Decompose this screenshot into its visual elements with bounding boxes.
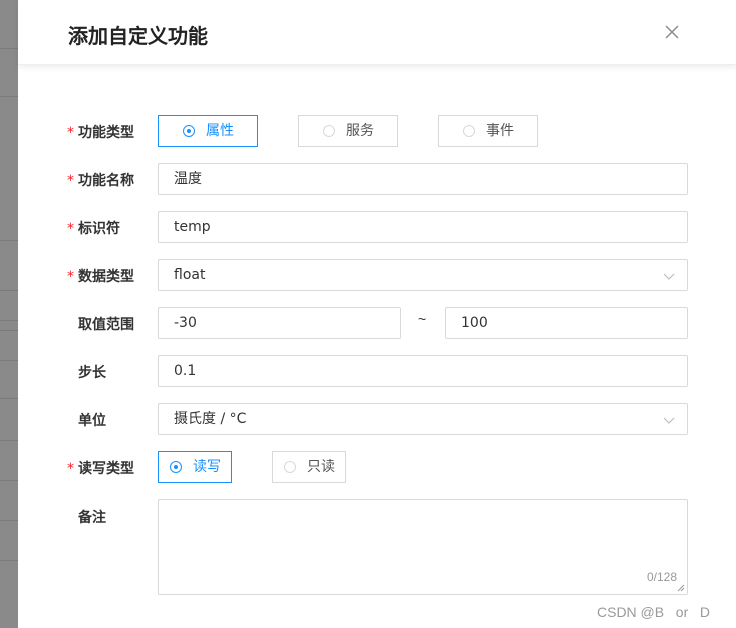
range-separator: ~ [418,311,427,327]
add-function-dialog: 添加自定义功能 * 功能类型 属性 服务 事件 * 功能名称 温度 * 标识符 … [18,0,736,628]
watermark: CSDN @B or D [597,604,711,620]
value-range-label: 取值范围 [78,317,134,333]
function-type-label: * 功能类型 [67,125,134,141]
dialog-title: 添加自定义功能 [68,24,208,48]
chevron-down-icon [663,273,675,280]
radio-unchecked-icon [463,125,475,137]
required-star: * [67,173,74,189]
function-name-label: * 功能名称 [67,173,134,189]
remark-label: 备注 [78,510,106,526]
rw-type-label: * 读写类型 [67,461,134,477]
radio-read-write[interactable]: 读写 [158,451,232,483]
radio-attribute[interactable]: 属性 [158,115,258,147]
step-input[interactable]: 0.1 [158,355,688,387]
remark-textarea[interactable]: 0/128 [158,499,688,595]
range-min-input[interactable]: -30 [158,307,401,339]
required-star: * [67,269,74,285]
range-max-input[interactable]: 100 [445,307,688,339]
radio-event-label: 事件 [486,123,514,139]
required-star: * [67,461,74,477]
data-type-select[interactable]: float [158,259,688,291]
radio-unchecked-icon [323,125,335,137]
radio-read-only-label: 只读 [307,459,335,475]
radio-checked-icon [183,125,195,137]
page: 添加自定义功能 * 功能类型 属性 服务 事件 * 功能名称 温度 * 标识符 … [0,0,736,628]
radio-event[interactable]: 事件 [438,115,538,147]
char-counter: 0/128 [646,570,677,584]
resize-handle-icon[interactable] [677,584,685,592]
required-star: * [67,125,74,141]
radio-service-label: 服务 [346,123,374,139]
modal-backdrop[interactable] [0,0,18,628]
radio-checked-icon [170,461,182,473]
unit-label: 单位 [78,413,106,429]
radio-attribute-label: 属性 [206,123,234,139]
data-type-label: * 数据类型 [67,269,134,285]
chevron-down-icon [663,417,675,424]
data-type-value: float [174,267,206,283]
identifier-input[interactable]: temp [158,211,688,243]
required-star: * [67,221,74,237]
unit-select[interactable]: 摄氏度 / °C [158,403,688,435]
radio-unchecked-icon [284,461,296,473]
step-label: 步长 [78,365,106,381]
identifier-label: * 标识符 [67,221,120,237]
close-icon[interactable] [660,20,684,44]
dialog-header: 添加自定义功能 [18,0,736,65]
radio-read-only[interactable]: 只读 [272,451,346,483]
function-name-input[interactable]: 温度 [158,163,688,195]
radio-service[interactable]: 服务 [298,115,398,147]
unit-value: 摄氏度 / °C [174,411,247,427]
radio-read-write-label: 读写 [193,459,221,475]
